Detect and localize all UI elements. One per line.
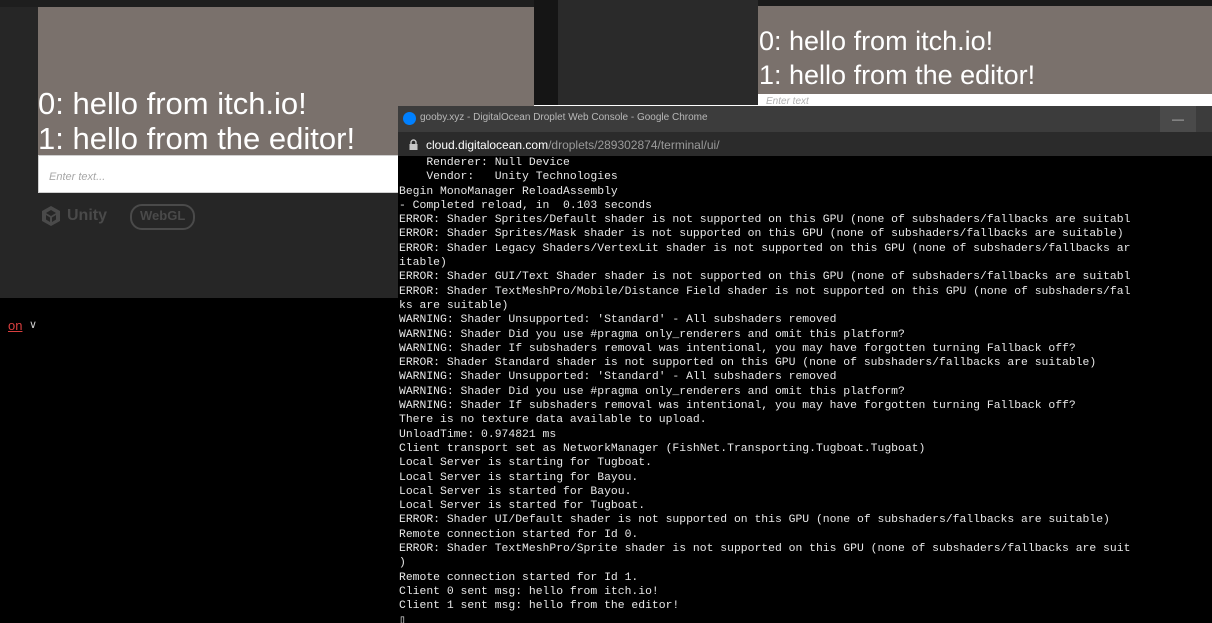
url-host: cloud.digitalocean.com [426,138,549,152]
terminal-line: ERROR: Shader TextMeshPro/Mobile/Distanc… [399,285,1131,298]
terminal-line: Local Server is starting for Tugboat. [399,457,652,470]
webgl-logo: WebGL [130,204,196,230]
terminal-line: ) [399,557,406,570]
terminal-line: Client 1 sent msg: hello from the editor… [399,600,680,613]
url-path: /droplets/289302874/terminal/ui/ [548,138,720,152]
terminal-line: Begin MonoManager ReloadAssembly [399,185,618,198]
terminal-line: itable) [399,257,447,270]
left-top-strip [0,0,534,7]
terminal-line: ERROR: Shader Sprites/Mask shader is not… [399,228,1124,241]
terminal-output[interactable]: Renderer: Null Device Vendor: Unity Tech… [398,156,1212,623]
window-divider [534,0,558,105]
terminal-line: ERROR: Shader GUI/Text Shader shader is … [399,271,1131,284]
terminal-line: - Completed reload, in 0.103 seconds [399,199,652,212]
left-message-line-1: 1: hello from the editor! [38,121,356,156]
terminal-line: ERROR: Shader TextMeshPro/Sprite shader … [399,543,1131,556]
terminal-line: ks are suitable) [399,299,509,312]
terminal-line: WARNING: Shader If subshaders removal wa… [399,400,1076,413]
terminal-line: WARNING: Shader Unsupported: 'Standard' … [399,314,837,327]
terminal-line: Vendor: Unity Technologies [399,171,618,184]
terminal-line: Renderer: Null Device [399,157,570,169]
lock-icon [409,139,418,150]
digitalocean-icon [403,112,416,125]
terminal-browser-window: gooby.xyz - DigitalOcean Droplet Web Con… [398,106,1212,623]
left-page-background [0,298,398,623]
terminal-line: WARNING: Shader Did you use #pragma only… [399,385,905,398]
terminal-line: Local Server is started for Bayou. [399,485,632,498]
right-message-input[interactable] [758,94,1212,106]
terminal-line: Remote connection started for Id 1. [399,571,639,584]
unity-label: Unity [67,207,107,224]
right-game-panel-margin [558,0,758,105]
terminal-line: UnloadTime: 0.974821 ms [399,428,557,441]
url-text: cloud.digitalocean.com/droplets/28930287… [426,138,720,152]
minimize-button[interactable]: — [1160,106,1196,132]
window-titlebar[interactable]: gooby.xyz - DigitalOcean Droplet Web Con… [398,106,1212,132]
terminal-line: Local Server is starting for Bayou. [399,471,639,484]
terminal-line: Client transport set as NetworkManager (… [399,442,926,455]
unity-logo: Unity [40,203,107,229]
terminal-line: Remote connection started for Id 0. [399,528,639,541]
right-message-line-0: 0: hello from itch.io! [759,26,994,56]
terminal-line: Client 0 sent msg: hello from itch.io! [399,585,659,598]
terminal-line: ERROR: Shader Sprites/Default shader is … [399,214,1131,227]
window-title: gooby.xyz - DigitalOcean Droplet Web Con… [420,112,708,123]
terminal-line: WARNING: Shader If subshaders removal wa… [399,342,1076,355]
terminal-line: ERROR: Shader Legacy Shaders/VertexLit s… [399,242,1131,255]
terminal-line: ERROR: Shader UI/Default shader is not s… [399,514,1110,527]
unity-cube-icon [42,206,60,226]
terminal-line: ERROR: Shader Standard shader is not sup… [399,357,1097,370]
terminal-cursor: ▯ [399,614,406,623]
left-message-input[interactable] [38,155,400,193]
right-message-line-1: 1: hello from the editor! [759,60,1036,90]
terminal-line: Local Server is started for Tugboat. [399,500,646,513]
terminal-line: There is no texture data available to up… [399,414,707,427]
chevron-down-icon[interactable]: ∨ [29,318,37,331]
address-bar[interactable]: cloud.digitalocean.com/droplets/28930287… [398,132,1212,156]
terminal-line: WARNING: Shader Unsupported: 'Standard' … [399,371,837,384]
left-message-line-0: 0: hello from itch.io! [38,86,307,121]
terminal-line: WARNING: Shader Did you use #pragma only… [399,328,905,341]
footer-link-fragment[interactable]: on [8,318,22,333]
